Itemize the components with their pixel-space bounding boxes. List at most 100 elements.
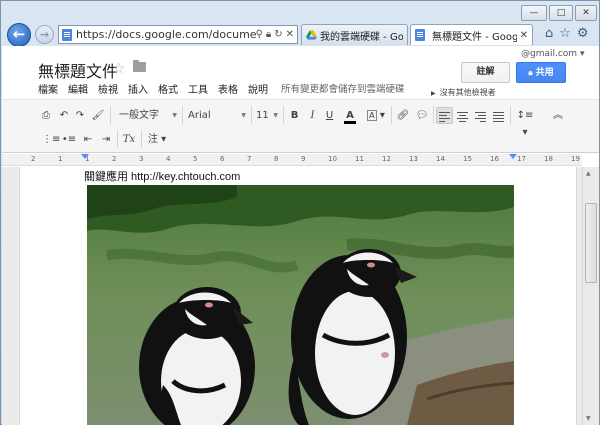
increase-indent-icon[interactable]: ⇥ xyxy=(98,131,114,148)
maximize-button[interactable]: □ xyxy=(549,5,573,21)
close-icon[interactable]: ✕ xyxy=(286,29,294,40)
minimize-button[interactable]: — xyxy=(521,5,547,21)
scroll-up-icon[interactable]: ▲ xyxy=(586,170,591,177)
redo-icon[interactable]: ↷ xyxy=(73,107,87,124)
align-left-button[interactable] xyxy=(436,107,453,124)
toolbar-divider xyxy=(110,106,111,124)
vertical-scrollbar[interactable]: ▲ ▼ xyxy=(582,167,599,425)
toolbar-divider xyxy=(117,130,118,148)
font-size-value: 11 xyxy=(256,110,269,121)
share-button[interactable]: 🔒︎ 共用 xyxy=(516,62,566,83)
ruler-number: 2 xyxy=(31,155,36,163)
share-button-label: 共用 xyxy=(535,68,554,78)
collapse-toolbar-icon[interactable]: ︽ xyxy=(551,107,565,124)
menu-help[interactable]: 說明 xyxy=(248,81,268,96)
ruler-number: 16 xyxy=(490,155,499,163)
back-button[interactable]: ← xyxy=(7,23,31,47)
menu-tools[interactable]: 工具 xyxy=(188,81,208,96)
tab-untitled-document[interactable]: 無標題文件 - Goog… ✕ xyxy=(410,24,533,45)
clear-formatting-button[interactable]: Tx xyxy=(121,131,137,148)
menu-bar: 檔案 編輯 檢視 插入 格式 工具 表格 說明 xyxy=(38,81,268,96)
tab-my-drive[interactable]: 我的雲端硬碟 - Googl… xyxy=(301,24,408,45)
bulleted-list-icon[interactable]: •≡ xyxy=(61,131,77,148)
formatting-toolbar: ⎙ ↶ ↷ 🖌︎ 一般文字 ▼ Arial ▼ 11 ▼ B I U A A ▾ 🔗︎… xyxy=(2,99,599,153)
left-indent-marker[interactable] xyxy=(81,154,89,159)
address-bar[interactable]: https://docs.google.com/document/d/1Q… ⚲… xyxy=(58,25,298,44)
penguin-photo[interactable] xyxy=(87,185,514,425)
home-icon[interactable]: ⌂ xyxy=(545,26,553,41)
italic-button[interactable]: I xyxy=(305,107,320,124)
line-spacing-button[interactable]: ↕≡ ▾ xyxy=(514,107,536,138)
ruler-number: 17 xyxy=(517,155,526,163)
print-icon[interactable]: ⎙ xyxy=(39,107,53,124)
tab-close-icon[interactable]: ✕ xyxy=(520,30,528,41)
paint-format-icon[interactable]: 🖌︎ xyxy=(91,107,105,124)
tab-label: 我的雲端硬碟 - Googl… xyxy=(320,31,403,43)
align-right-button[interactable] xyxy=(473,107,490,124)
right-indent-marker[interactable] xyxy=(509,154,517,159)
ruler-number: 9 xyxy=(301,155,306,163)
lock-icon[interactable]: 🔒︎ xyxy=(266,29,271,40)
ruler-number: 15 xyxy=(463,155,472,163)
align-center-button[interactable] xyxy=(455,107,472,124)
highlight-color-button[interactable]: A ▾ xyxy=(365,107,387,124)
numbered-list-icon[interactable]: ⋮≡ xyxy=(42,131,60,148)
link-icon[interactable]: 🔗︎ xyxy=(395,107,411,124)
close-window-button[interactable]: ✕ xyxy=(575,5,597,21)
font-dropdown[interactable]: Arial ▼ xyxy=(186,107,248,124)
page-viewport: 無標題文件 ☆ @gmail.com ▾ 註解 🔒︎ 共用 檔案 編輯 檢視 插入… xyxy=(2,46,599,425)
decrease-indent-icon[interactable]: ⇤ xyxy=(80,131,96,148)
menu-insert[interactable]: 插入 xyxy=(128,81,148,96)
underline-button[interactable]: U xyxy=(322,107,337,124)
document-page[interactable]: 關鍵應用 http://key.chtouch.com xyxy=(19,167,577,425)
ruler-number: 2 xyxy=(112,155,117,163)
input-tools-button[interactable]: 注 ▾ xyxy=(146,131,168,148)
penguin-image xyxy=(87,185,514,425)
bold-button[interactable]: B xyxy=(287,107,302,124)
forward-button[interactable]: → xyxy=(35,25,54,44)
browser-window: — □ ✕ ← → https://docs.google.com/docume… xyxy=(0,0,600,425)
comments-button[interactable]: 註解 xyxy=(461,62,510,83)
toolbar-divider xyxy=(391,106,392,124)
address-url[interactable]: https://docs.google.com/document/d/1Q… xyxy=(76,28,256,41)
menu-table[interactable]: 表格 xyxy=(218,81,238,96)
viewers-text: 沒有其他檢視者 xyxy=(439,88,496,97)
text-color-button[interactable]: A xyxy=(341,107,359,124)
ruler-number: 14 xyxy=(436,155,445,163)
comment-icon[interactable]: 💬︎ xyxy=(414,107,430,124)
star-icon[interactable]: ☆ xyxy=(112,59,125,77)
folder-icon[interactable] xyxy=(133,60,146,72)
align-justify-button[interactable] xyxy=(491,107,508,124)
ruler-number: 8 xyxy=(274,155,279,163)
style-dropdown[interactable]: 一般文字 ▼ xyxy=(117,107,179,124)
document-text-line[interactable]: 關鍵應用 http://key.chtouch.com xyxy=(84,168,240,184)
ruler-number: 13 xyxy=(409,155,418,163)
font-size-dropdown[interactable]: 11 ▼ xyxy=(254,107,280,124)
drive-icon xyxy=(306,30,317,40)
menu-view[interactable]: 檢視 xyxy=(98,81,118,96)
account-email-text: @gmail.com xyxy=(521,49,578,59)
ruler[interactable]: 2 1 1 2 3 4 5 6 7 8 9 10 11 12 13 14 15 16 17 18 19 xyxy=(2,154,582,166)
viewers-status: ▶ 沒有其他檢視者 xyxy=(431,87,496,98)
lock-icon: 🔒︎ xyxy=(528,68,533,77)
menu-format[interactable]: 格式 xyxy=(158,81,178,96)
undo-icon[interactable]: ↶ xyxy=(57,107,71,124)
menu-file[interactable]: 檔案 xyxy=(38,81,58,96)
refresh-icon[interactable]: ↻ xyxy=(274,29,282,40)
menu-edit[interactable]: 編輯 xyxy=(68,81,88,96)
docs-favicon-icon xyxy=(62,28,72,41)
document-canvas: 關鍵應用 http://key.chtouch.com xyxy=(2,167,582,425)
favorites-star-icon[interactable]: ☆ xyxy=(559,26,571,41)
search-icon[interactable]: ⚲ xyxy=(256,29,263,40)
scroll-down-icon[interactable]: ▼ xyxy=(586,415,591,422)
ruler-number: 19 xyxy=(571,155,580,163)
scrollbar-thumb[interactable] xyxy=(585,203,597,283)
ruler-number: 11 xyxy=(355,155,364,163)
tab-label: 無標題文件 - Goog… xyxy=(432,31,517,43)
tools-gear-icon[interactable]: ⚙ xyxy=(577,26,589,41)
account-email[interactable]: @gmail.com ▾ xyxy=(521,49,584,59)
document-title[interactable]: 無標題文件 xyxy=(38,58,118,82)
ruler-number: 6 xyxy=(220,155,225,163)
ruler-number: 4 xyxy=(166,155,171,163)
caret-right-icon: ▶ xyxy=(431,90,436,97)
